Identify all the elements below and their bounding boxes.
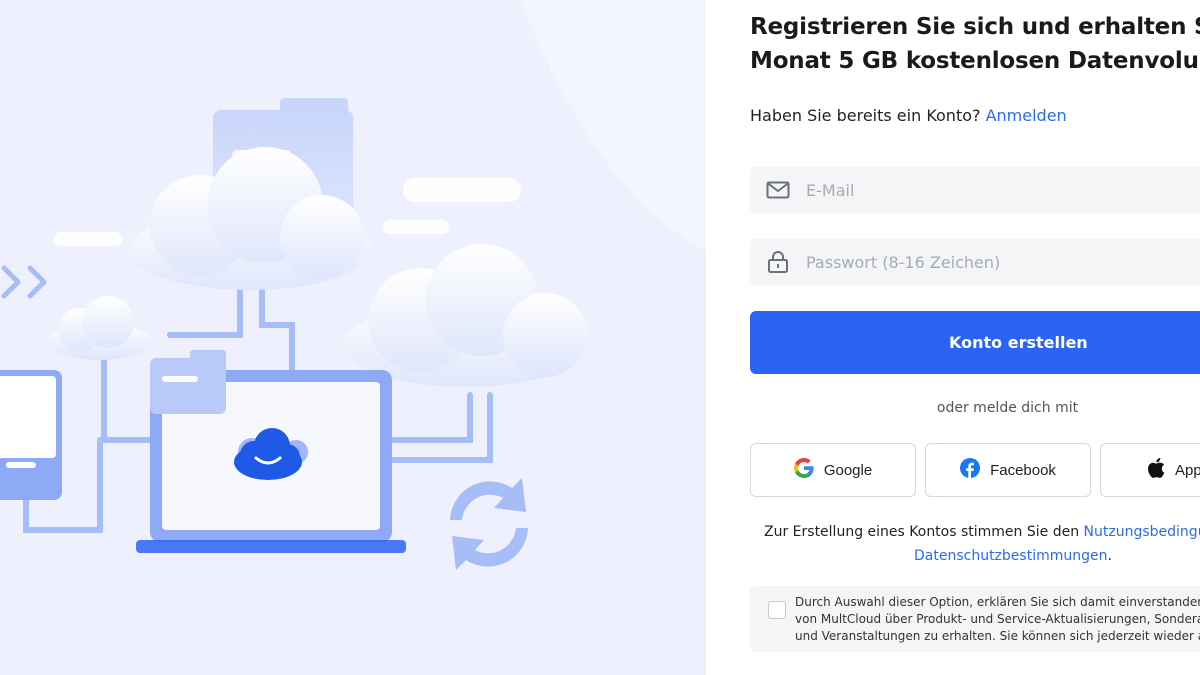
chevron-right-icon (1, 265, 47, 299)
password-field[interactable] (750, 239, 1200, 285)
google-icon (793, 458, 814, 482)
marketing-consent: Durch Auswahl dieser Option, erklären Si… (750, 586, 1200, 652)
laptop-icon (136, 350, 406, 553)
password-input[interactable] (806, 252, 1186, 272)
apple-label: App (1175, 461, 1200, 479)
sync-icon (450, 478, 528, 570)
facebook-label: Facebook (990, 461, 1056, 479)
apple-icon (1147, 457, 1165, 482)
google-label: Google (823, 461, 873, 479)
mail-icon (766, 178, 790, 202)
hero-illustration (0, 0, 706, 675)
cloud-icon (344, 244, 588, 387)
facebook-login-button[interactable]: Facebook (925, 443, 1091, 497)
social-divider-text: oder melde dich mit (936, 400, 1079, 416)
lock-icon (766, 250, 790, 274)
facebook-icon (960, 458, 981, 482)
email-input[interactable] (806, 180, 1186, 200)
marketing-consent-checkbox[interactable] (768, 601, 786, 619)
consent-line: Durch Auswahl dieser Option, erklären Si… (795, 595, 1200, 609)
apple-login-button[interactable]: App (1100, 443, 1200, 497)
terms-prefix: Zur Erstellung eines Kontos stimmen Sie … (764, 524, 1080, 540)
google-login-button[interactable]: Google (750, 443, 916, 497)
cloud-icon (48, 296, 152, 360)
marketing-consent-text: Durch Auswahl dieser Option, erklären Si… (795, 594, 1200, 645)
page-title: Registrieren Sie sich und erhalten Sie j… (750, 10, 1200, 78)
cloud-storage-illustration (0, 0, 706, 570)
consent-line: und Veranstaltungen zu erhalten. Sie kön… (795, 629, 1200, 643)
page-title-line1: Registrieren Sie sich und erhalten Sie j… (750, 14, 1200, 40)
signup-panel: Registrieren Sie sich und erhalten Sie j… (706, 0, 1200, 675)
login-link[interactable]: Anmelden (986, 106, 1067, 125)
terms-link[interactable]: Nutzungsbedingung (1084, 524, 1200, 540)
privacy-link[interactable]: Datenschutzbestimmungen (914, 548, 1107, 564)
terms-suffix: . (1107, 548, 1112, 564)
email-field[interactable] (750, 167, 1200, 213)
terms-notice: Zur Erstellung eines Kontos stimmen Sie … (764, 520, 1200, 568)
login-prompt-text: Haben Sie bereits ein Konto? (750, 106, 981, 125)
page-title-line2: Monat 5 GB kostenlosen Datenvolumen (750, 48, 1200, 74)
login-prompt: Haben Sie bereits ein Konto? Anmelden (750, 106, 1067, 125)
create-account-button[interactable]: Konto erstellen (750, 311, 1200, 374)
consent-line: von MultCloud über Produkt- und Service-… (795, 612, 1200, 626)
